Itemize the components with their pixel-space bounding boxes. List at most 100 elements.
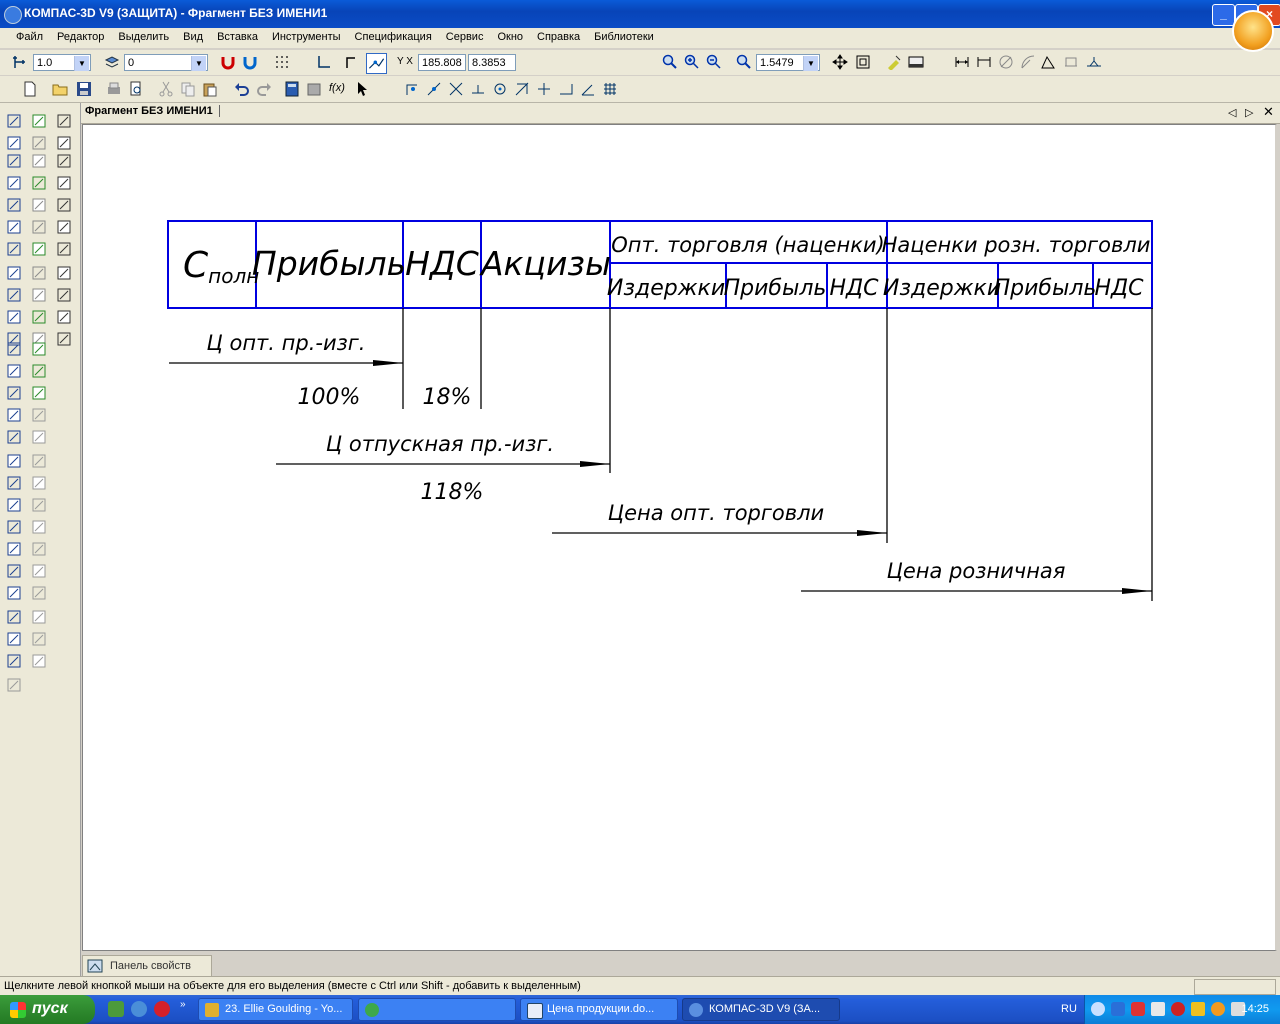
tool-icon[interactable] (57, 310, 71, 324)
chevron-down-icon[interactable]: ▼ (74, 56, 89, 71)
tool-icon[interactable] (57, 242, 71, 256)
kompas-app-icon[interactable] (4, 6, 22, 24)
snap-point-icon[interactable] (404, 81, 420, 97)
tool-icon[interactable] (32, 430, 46, 444)
layer-field[interactable]: 0 ▼ (124, 54, 208, 71)
tool-icon[interactable] (32, 654, 46, 668)
tool-icon[interactable] (32, 454, 46, 468)
tool-icon[interactable] (32, 266, 46, 280)
diameter-icon[interactable] (998, 54, 1014, 70)
tool-icon[interactable] (7, 242, 21, 256)
task-media-player[interactable]: 23. Ellie Goulding - Yo... (198, 998, 353, 1021)
radius-icon[interactable] (1020, 54, 1036, 70)
snap-grid-icon[interactable] (602, 81, 618, 97)
zoom-out-icon[interactable] (706, 54, 722, 70)
tool-icon[interactable] (32, 386, 46, 400)
snap-intersection-icon[interactable] (448, 81, 464, 97)
cut-icon[interactable] (158, 81, 174, 97)
tool-icon[interactable] (7, 154, 21, 168)
tool-icon[interactable] (7, 220, 21, 234)
quicklaunch-app-icon[interactable] (108, 1001, 124, 1017)
chevron-down-icon[interactable]: ▼ (191, 56, 206, 71)
tool-icon[interactable] (57, 114, 71, 128)
menu-select[interactable]: Выделить (111, 28, 176, 43)
properties-panel-tab[interactable]: Панель свойств (82, 955, 212, 976)
menu-window[interactable]: Окно (490, 28, 530, 43)
function-icon[interactable]: f(x) (329, 82, 345, 94)
quicklaunch-more-icon[interactable]: » (180, 999, 186, 1010)
tool-icon[interactable] (7, 408, 21, 422)
menu-view[interactable]: Вид (176, 28, 210, 43)
display-mode-icon[interactable] (908, 54, 924, 70)
tool-icon[interactable] (7, 454, 21, 468)
open-folder-icon[interactable] (52, 81, 68, 97)
drawing-canvas[interactable]: Сполн Прибыль НДС Акцизы Опт. торговля (… (82, 124, 1277, 951)
tool-icon[interactable] (57, 176, 71, 190)
help-cursor-icon[interactable] (356, 81, 372, 97)
tool-icon[interactable] (7, 564, 21, 578)
tab-close-icon[interactable]: ✕ (1263, 104, 1274, 120)
new-document-icon[interactable] (22, 81, 38, 97)
step-field[interactable]: 1.0 ▼ (33, 54, 91, 71)
tool-icon[interactable] (32, 176, 46, 190)
menu-service[interactable]: Сервис (439, 28, 491, 43)
tool-icon[interactable] (32, 342, 46, 356)
menu-file[interactable]: Файл (9, 28, 50, 43)
coord-y-field[interactable]: 8.3853 (468, 54, 516, 71)
tool-icon[interactable] (32, 564, 46, 578)
tool-icon[interactable] (57, 220, 71, 234)
tool-icon[interactable] (32, 154, 46, 168)
tray-shield-icon[interactable] (1191, 1002, 1205, 1016)
tool-icon[interactable] (32, 476, 46, 490)
pan-icon[interactable] (832, 54, 848, 70)
dimension-icon[interactable] (954, 54, 970, 70)
tray-expand-icon[interactable] (1091, 1002, 1105, 1016)
tool-icon[interactable] (7, 136, 21, 150)
tool-icon[interactable] (57, 266, 71, 280)
tool-icon[interactable] (7, 386, 21, 400)
tool-icon[interactable] (32, 220, 46, 234)
tab-fragment[interactable]: Фрагмент БЕЗ ИМЕНИ1 (85, 105, 220, 117)
snap-quadrant-icon[interactable] (558, 81, 574, 97)
tool-icon[interactable] (32, 310, 46, 324)
menu-libraries[interactable]: Библиотеки (587, 28, 661, 43)
tool-icon[interactable] (7, 520, 21, 534)
copy-icon[interactable] (180, 81, 196, 97)
snap-normal-icon[interactable] (536, 81, 552, 97)
tray-antivirus-icon[interactable] (1171, 1002, 1185, 1016)
task-word-document[interactable]: Цена продукции.do... (520, 998, 678, 1021)
magnet-icon[interactable] (220, 54, 236, 70)
menu-insert[interactable]: Вставка (210, 28, 265, 43)
tool-icon[interactable] (32, 498, 46, 512)
tab-prev-icon[interactable]: ◁ (1228, 106, 1236, 119)
manager-icon[interactable] (284, 81, 300, 97)
grid-icon[interactable] (274, 54, 290, 70)
tool-icon[interactable] (32, 242, 46, 256)
local-cs-icon[interactable] (316, 54, 332, 70)
tool-icon[interactable] (57, 136, 71, 150)
redo-icon[interactable] (256, 81, 272, 97)
tool-icon[interactable] (7, 198, 21, 212)
height-mark-icon[interactable] (1086, 54, 1102, 70)
task-browser[interactable] (358, 998, 516, 1021)
tab-next-icon[interactable]: ▷ (1245, 106, 1253, 119)
save-icon[interactable] (76, 81, 92, 97)
tool-icon[interactable] (32, 136, 46, 150)
tool-icon[interactable] (7, 498, 21, 512)
coord-x-field[interactable]: 185.808 (418, 54, 466, 71)
menu-help[interactable]: Справка (530, 28, 587, 43)
tool-icon[interactable] (57, 332, 71, 346)
tool-icon[interactable] (32, 364, 46, 378)
library-icon[interactable] (306, 81, 322, 97)
tool-icon[interactable] (7, 586, 21, 600)
tool-icon[interactable] (7, 476, 21, 490)
tool-icon[interactable] (32, 632, 46, 646)
print-icon[interactable] (106, 81, 122, 97)
menu-specification[interactable]: Спецификация (348, 28, 439, 43)
snap-midpoint-icon[interactable] (470, 81, 486, 97)
redraw-icon[interactable] (886, 54, 902, 70)
tool-icon[interactable] (32, 408, 46, 422)
tool-icon[interactable] (32, 586, 46, 600)
zoom-in-icon[interactable] (684, 54, 700, 70)
snap-nearest-icon[interactable] (426, 81, 442, 97)
